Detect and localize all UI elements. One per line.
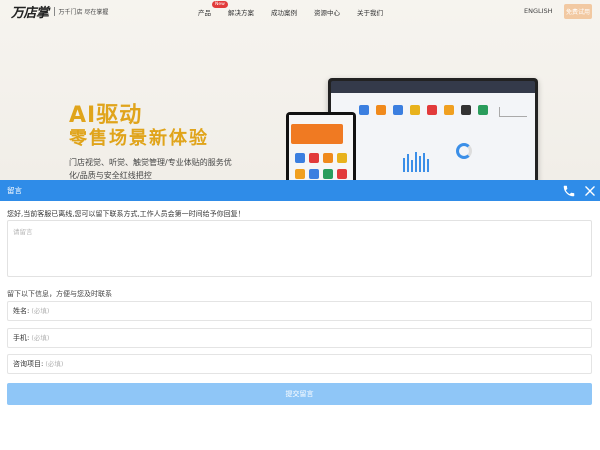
mini-bar [423, 153, 425, 172]
inquiry-field-label: 咨询项目: [13, 360, 44, 368]
contact-hint: 留下以下信息，方便与您及时联系 [7, 290, 112, 298]
hero-description-line2: 化/品质与安全红线把控 [69, 171, 152, 180]
mini-bar [403, 158, 405, 172]
monitor-topbar [331, 81, 535, 93]
inquiry-field[interactable]: 咨询项目: [7, 354, 592, 374]
hero-section: 万店掌 万千门店 尽在掌握 产品 New 解决方案 成功案例 资源中心 关于我们… [0, 0, 600, 180]
monitor-mockup [328, 78, 538, 180]
nav-item-cases[interactable]: 成功案例 [271, 7, 297, 17]
message-textarea[interactable] [7, 220, 592, 277]
logo-divider [53, 6, 55, 16]
logo-tagline: 万千门店 尽在掌握 [58, 8, 109, 16]
name-field[interactable]: 姓名: [7, 301, 592, 321]
message-dialog-header: 留言 [0, 180, 600, 201]
app-tile [295, 153, 305, 163]
page: 万店掌 万千门店 尽在掌握 产品 New 解决方案 成功案例 资源中心 关于我们… [0, 0, 600, 450]
inquiry-input[interactable] [45, 360, 591, 368]
tablet-screen [289, 115, 353, 180]
app-tile [337, 153, 347, 163]
app-tile [393, 105, 403, 115]
app-tile [376, 105, 386, 115]
mini-donut [456, 143, 472, 159]
nav-menu: 产品 New 解决方案 成功案例 资源中心 关于我们 [198, 1, 400, 17]
mini-bar [411, 160, 413, 172]
name-input[interactable] [31, 307, 591, 315]
app-tile [323, 169, 333, 179]
mini-line-chart [499, 107, 527, 117]
monitor-screen [331, 93, 535, 180]
name-field-label: 姓名: [13, 307, 30, 315]
mini-bar [419, 156, 421, 172]
logo[interactable]: 万店掌 万千门店 尽在掌握 [11, 3, 109, 21]
nav-item-about[interactable]: 关于我们 [357, 7, 383, 17]
app-tile [410, 105, 420, 115]
app-tile [478, 105, 488, 115]
app-tile [359, 105, 369, 115]
top-nav: 万店掌 万千门店 尽在掌握 产品 New 解决方案 成功案例 资源中心 关于我们… [0, 0, 600, 24]
tablet-mockup [286, 112, 356, 180]
message-dialog-body: 您好,当前客服已离线,您可以留下联系方式,工作人员会第一时间给予你回复！ 留下以… [0, 201, 600, 450]
tablet-banner [291, 124, 343, 144]
free-trial-button[interactable]: 免费试用 [564, 4, 592, 19]
mini-bar [427, 159, 429, 172]
mini-bar-chart [401, 138, 441, 178]
nav-item-products[interactable]: 产品 New [198, 1, 228, 17]
hero-description-line1: 门店视觉、听觉、触觉管理/专业体贴的服务优 [69, 158, 232, 167]
hero-subtitle: 零售场景新体验 [69, 128, 209, 149]
phone-field-label: 手机: [13, 334, 30, 342]
nav-item-solutions[interactable]: 解决方案 [228, 7, 254, 17]
mini-bar [407, 154, 409, 172]
language-switch[interactable]: ENGLISH [524, 7, 553, 15]
dialog-title: 留言 [7, 186, 22, 195]
app-tile [444, 105, 454, 115]
app-tile [323, 153, 333, 163]
app-tile [461, 105, 471, 115]
nav-item-resources[interactable]: 资源中心 [314, 7, 340, 17]
phone-icon[interactable] [562, 183, 576, 197]
submit-message-button[interactable]: 提交留言 [7, 383, 592, 405]
app-tile [295, 169, 305, 179]
app-tile [337, 169, 347, 179]
phone-input[interactable] [31, 334, 591, 342]
mini-bar [415, 152, 417, 172]
app-tile [309, 153, 319, 163]
phone-field[interactable]: 手机: [7, 328, 592, 348]
close-icon[interactable] [583, 183, 597, 197]
app-tile [427, 105, 437, 115]
offline-notice: 您好,当前客服已离线,您可以留下联系方式,工作人员会第一时间给予你回复！ [7, 210, 245, 218]
nav-item-label: 产品 [198, 9, 211, 17]
new-badge: New [212, 1, 228, 8]
app-tile [309, 169, 319, 179]
logo-wordmark: 万店掌 [11, 5, 49, 21]
